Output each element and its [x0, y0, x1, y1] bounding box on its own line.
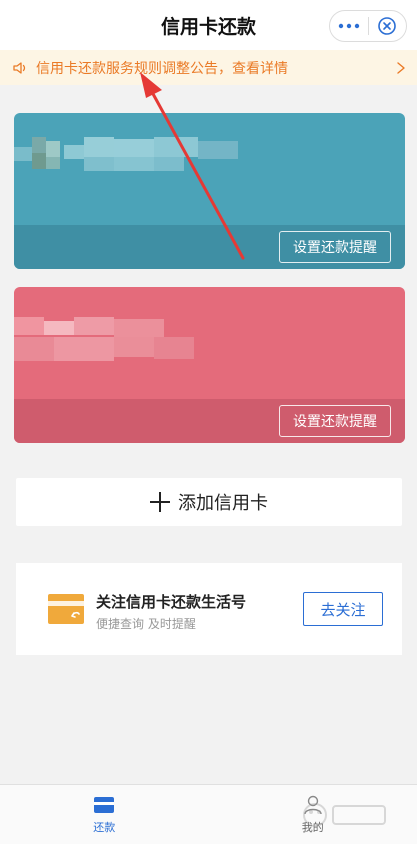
card-icon	[94, 796, 115, 813]
speaker-icon	[13, 61, 26, 74]
credit-card-1[interactable]: 设置还款提醒	[14, 113, 405, 269]
credit-card-2[interactable]: 设置还款提醒	[14, 287, 405, 443]
add-card-label: 添加信用卡	[178, 493, 268, 514]
redacted-card-info	[14, 317, 194, 361]
header-bar: 信用卡还款	[0, 0, 417, 50]
notice-bar[interactable]: 信用卡还款服务规则调整公告，查看详情	[0, 50, 417, 85]
add-credit-card-button[interactable]: 添加信用卡	[16, 478, 402, 526]
more-dots-icon[interactable]	[330, 11, 368, 41]
page-title: 信用卡还款	[160, 15, 256, 38]
follow-title: 关注信用卡还款生活号	[96, 593, 247, 611]
follow-button[interactable]: 去关注	[303, 592, 383, 626]
plus-icon	[150, 492, 170, 512]
mini-app-capsule	[329, 10, 407, 42]
tab-label: 还款	[93, 820, 116, 834]
chevron-right-icon	[397, 61, 405, 74]
card-footer: 设置还款提醒	[14, 225, 405, 269]
notice-text: 信用卡还款服务规则调整公告，查看详情	[36, 60, 288, 77]
follow-subtitle: 便捷查询 及时提醒	[96, 617, 196, 631]
set-reminder-button[interactable]: 设置还款提醒	[279, 405, 391, 437]
watermark-logo-icon	[303, 803, 386, 827]
set-reminder-button[interactable]: 设置还款提醒	[279, 231, 391, 263]
redacted-card-info	[14, 137, 238, 171]
card-envelope-icon	[48, 594, 84, 624]
close-target-icon[interactable]	[369, 11, 406, 41]
card-footer: 设置还款提醒	[14, 399, 405, 443]
follow-life-account-panel: 关注信用卡还款生活号 便捷查询 及时提醒 去关注	[16, 563, 402, 655]
tab-repay[interactable]: 还款	[0, 785, 209, 844]
